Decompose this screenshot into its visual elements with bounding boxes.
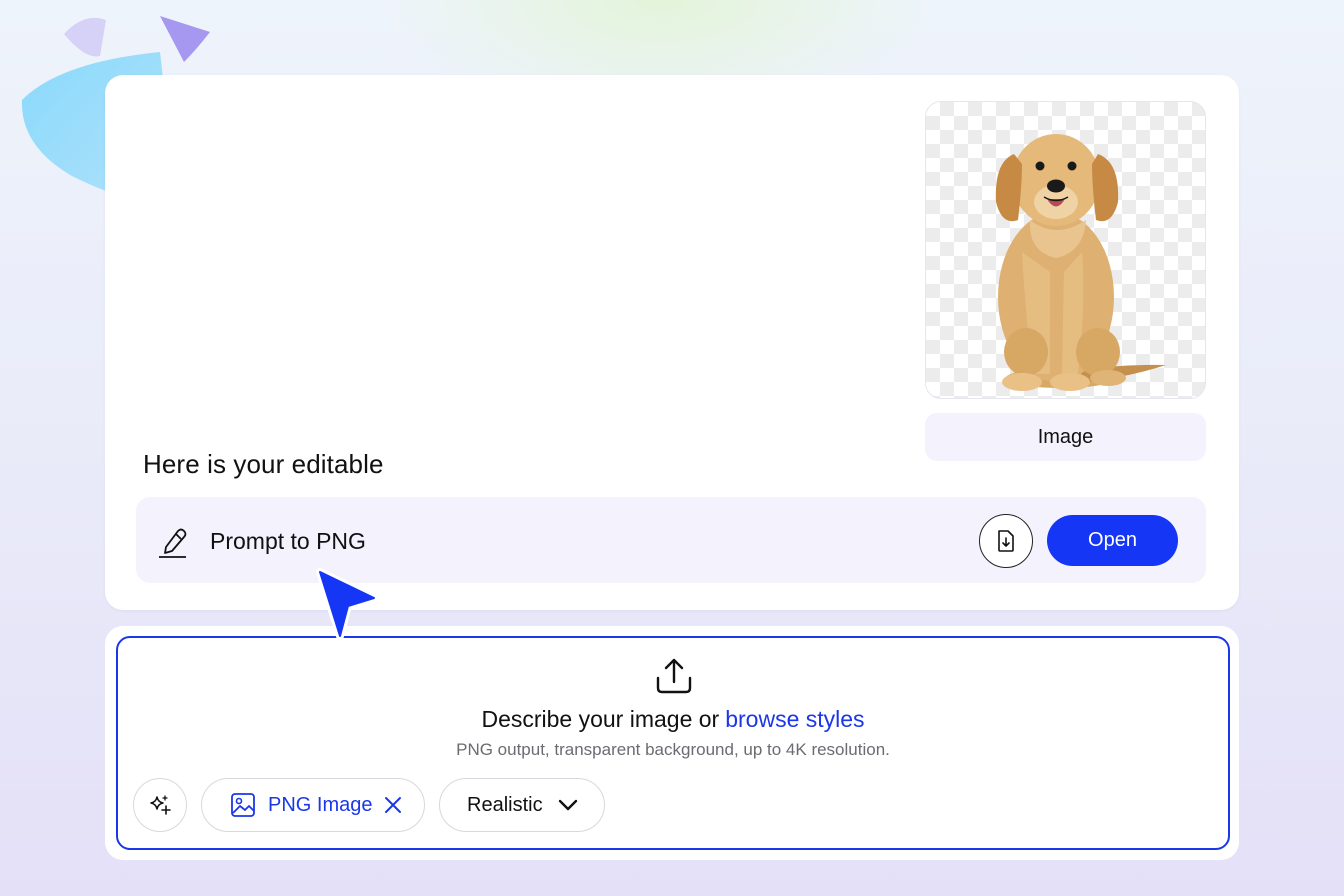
style-select-value: Realistic <box>467 793 543 816</box>
close-icon[interactable] <box>384 796 402 814</box>
image-caption: Image <box>925 413 1206 461</box>
describe-prompt: Describe your image or browse styles <box>118 706 1228 733</box>
image-icon <box>231 793 255 817</box>
pencil-icon <box>159 528 187 558</box>
puppy-image <box>995 134 1166 391</box>
format-chip-label: PNG Image <box>268 793 373 816</box>
style-select[interactable]: Realistic <box>439 778 605 832</box>
browse-styles-link[interactable]: browse styles <box>725 706 864 732</box>
prompt-label: Prompt to PNG <box>210 528 366 554</box>
prompt-result-bar: Prompt to PNG Open <box>136 497 1206 583</box>
image-preview[interactable] <box>925 101 1206 399</box>
composer-card: Describe your image or browse styles PNG … <box>105 626 1239 860</box>
magic-button[interactable] <box>133 778 187 832</box>
download-file-icon <box>998 530 1014 552</box>
cursor-arrow-icon <box>316 568 378 640</box>
format-chip[interactable]: PNG Image <box>201 778 425 832</box>
download-button[interactable] <box>979 514 1033 568</box>
result-headline: Here is your editable <box>143 449 384 479</box>
upload-icon[interactable] <box>652 654 696 698</box>
prompt-drop-zone[interactable]: Describe your image or browse styles PNG … <box>116 636 1230 850</box>
result-card: Image Here is your editable Prompt to PN… <box>105 75 1239 610</box>
describe-text: Describe your image or <box>481 706 720 732</box>
output-info: PNG output, transparent background, up t… <box>456 740 890 759</box>
sparkles-icon <box>150 795 171 815</box>
chevron-down-icon <box>558 799 577 811</box>
open-button[interactable]: Open <box>1047 515 1178 566</box>
